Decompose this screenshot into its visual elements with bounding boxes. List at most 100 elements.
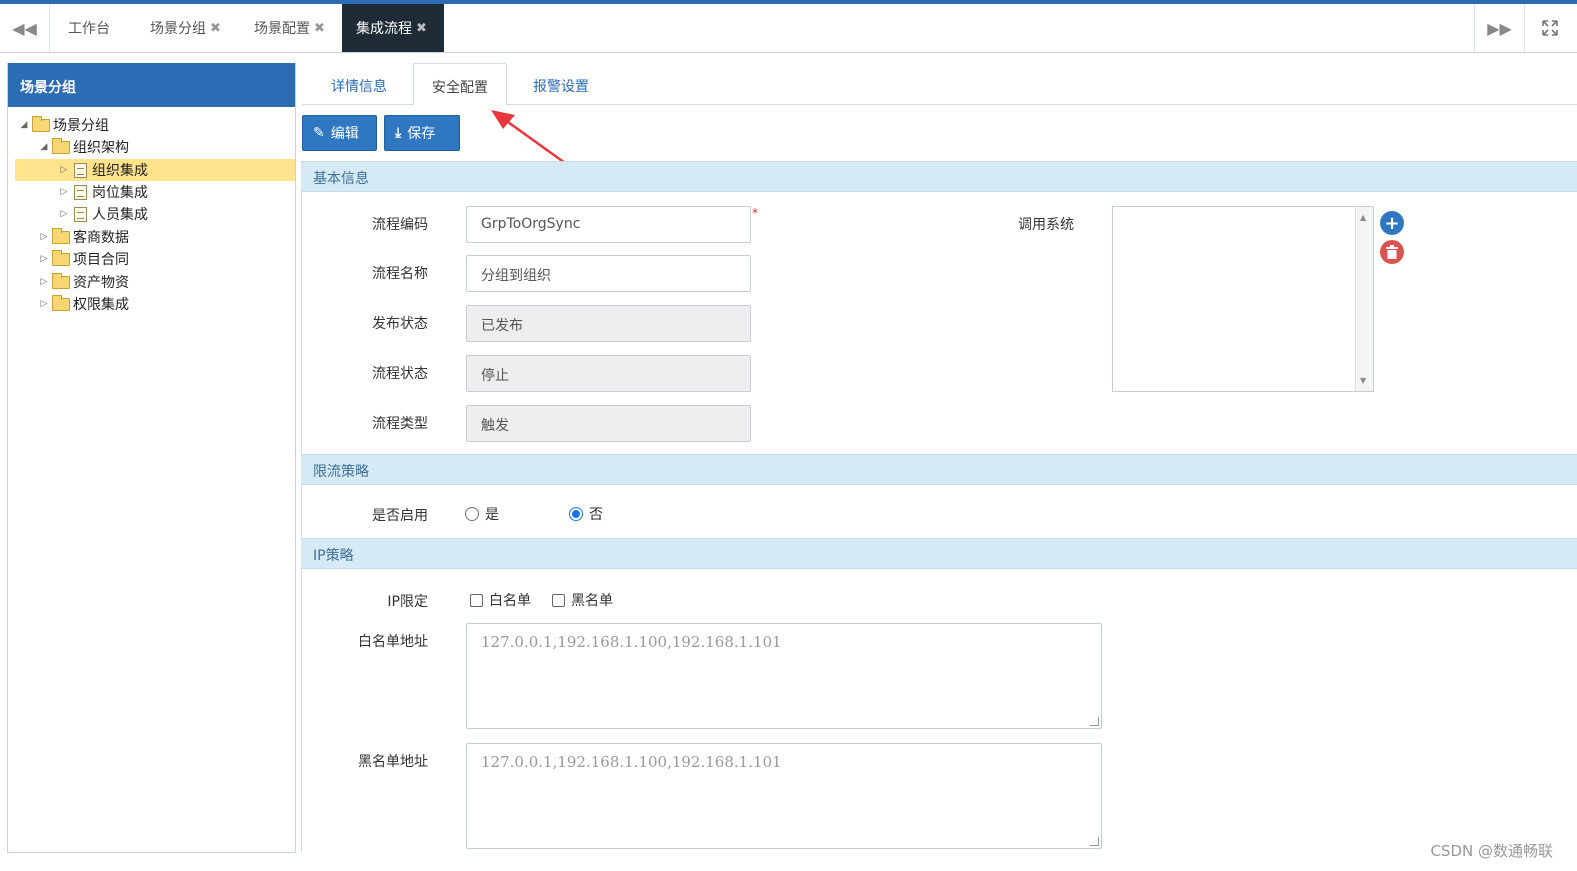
ip-policy-panel: IP限定 白名单 黑名单 白名单地址 127.0.0.1,192.168.1.1… bbox=[301, 569, 1577, 853]
tree-node-org[interactable]: ◢ 组织架构 bbox=[38, 136, 129, 158]
collapsed-triangle-icon[interactable]: ▷ bbox=[58, 165, 70, 175]
close-icon[interactable]: ✖ bbox=[210, 21, 221, 36]
whitelist-placeholder: 127.0.0.1,192.168.1.100,192.168.1.101 bbox=[481, 633, 782, 651]
blacklist-option-label: 黑名单 bbox=[571, 593, 613, 609]
expanded-triangle-icon[interactable]: ◢ bbox=[38, 142, 50, 152]
scroll-tabs-right-button[interactable]: ▶▶ bbox=[1474, 4, 1524, 52]
tree-node-label: 人员集成 bbox=[92, 207, 148, 223]
edit-button[interactable]: ✎ 编辑 bbox=[302, 115, 377, 151]
tab-alert-settings[interactable]: 报警设置 bbox=[515, 63, 607, 106]
collapsed-triangle-icon[interactable]: ▷ bbox=[38, 232, 50, 242]
scroll-tabs-left-button[interactable]: ◀◀ bbox=[0, 4, 50, 52]
tree-node-assets[interactable]: ▷ 资产物资 bbox=[38, 271, 129, 293]
required-mark: * bbox=[752, 206, 758, 220]
add-system-button[interactable]: + bbox=[1380, 211, 1404, 235]
fullscreen-button[interactable] bbox=[1524, 4, 1574, 52]
ip-limit-label: IP限定 bbox=[387, 594, 428, 610]
delete-system-button[interactable] bbox=[1380, 240, 1404, 264]
folder-icon bbox=[52, 227, 70, 244]
rate-limit-panel: 是否启用 是 否 bbox=[301, 485, 1577, 539]
double-chevron-left-icon: ◀◀ bbox=[12, 18, 37, 38]
csdn-watermark: CSDN @数通畅联 bbox=[1430, 842, 1553, 860]
listbox-scrollbar[interactable]: ▲ ▼ bbox=[1355, 207, 1373, 391]
radio-yes[interactable] bbox=[465, 507, 479, 521]
collapsed-triangle-icon[interactable]: ▷ bbox=[58, 187, 70, 197]
tab-label: 集成流程 bbox=[356, 21, 412, 37]
tab-security-config[interactable]: 安全配置 bbox=[413, 63, 507, 106]
tree-node-org-integration[interactable]: ▷ 组织集成 bbox=[15, 159, 295, 181]
radio-no[interactable] bbox=[569, 507, 583, 521]
calling-system-listbox[interactable]: ▲ ▼ bbox=[1112, 206, 1374, 392]
blacklist-checkbox[interactable] bbox=[552, 593, 565, 607]
scroll-down-icon[interactable]: ▼ bbox=[1360, 376, 1366, 385]
fullscreen-icon bbox=[1541, 20, 1558, 36]
expanded-triangle-icon[interactable]: ◢ bbox=[18, 120, 30, 130]
tab-integration-flow[interactable]: 集成流程 ✖ bbox=[342, 4, 444, 52]
top-tab-bar: ◀◀ 工作台 场景分组 ✖ 场景配置 ✖ 集成流程 ✖ ▶▶ bbox=[0, 4, 1577, 53]
collapsed-triangle-icon[interactable]: ▷ bbox=[38, 254, 50, 264]
tree-node-label: 资产物资 bbox=[73, 275, 129, 291]
double-chevron-right-icon: ▶▶ bbox=[1487, 18, 1512, 38]
blacklist-address-textarea[interactable]: 127.0.0.1,192.168.1.100,192.168.1.101 bbox=[466, 743, 1102, 849]
flow-type-field: 触发 bbox=[466, 405, 751, 442]
whitelist-address-textarea[interactable]: 127.0.0.1,192.168.1.100,192.168.1.101 bbox=[466, 623, 1102, 729]
folder-open-icon bbox=[32, 115, 50, 132]
radio-yes-label: 是 bbox=[485, 507, 499, 523]
flow-code-input[interactable]: GrpToOrgSync bbox=[466, 206, 751, 243]
main-content: 详情信息 安全配置 报警设置 ✎ 编辑 ⤓ 保存 基本信息 流程编码 GrpTo… bbox=[301, 63, 1577, 853]
folder-icon bbox=[52, 294, 70, 311]
file-icon bbox=[74, 206, 87, 222]
tree-node-root[interactable]: ◢ 场景分组 bbox=[18, 114, 109, 136]
folder-open-icon bbox=[52, 137, 70, 154]
blacklist-address-label: 黑名单地址 bbox=[358, 754, 428, 770]
calling-system-label: 调用系统 bbox=[1018, 217, 1074, 233]
folder-icon bbox=[52, 272, 70, 289]
tree-node-merchant-data[interactable]: ▷ 客商数据 bbox=[38, 226, 129, 248]
radio-no-label: 否 bbox=[589, 507, 603, 523]
close-icon[interactable]: ✖ bbox=[314, 21, 325, 36]
save-button-label: 保存 bbox=[407, 126, 436, 142]
folder-icon bbox=[52, 249, 70, 266]
tree-node-permission[interactable]: ▷ 权限集成 bbox=[38, 293, 129, 315]
collapsed-triangle-icon[interactable]: ▷ bbox=[38, 277, 50, 287]
close-icon[interactable]: ✖ bbox=[416, 21, 427, 36]
tree-node-staff-integration[interactable]: ▷ 人员集成 bbox=[58, 203, 148, 225]
annotation-arrow-icon bbox=[491, 110, 566, 165]
whitelist-option[interactable]: 白名单 bbox=[470, 590, 531, 610]
publish-status-label: 发布状态 bbox=[372, 316, 428, 332]
file-icon bbox=[74, 162, 87, 178]
scroll-up-icon[interactable]: ▲ bbox=[1360, 213, 1366, 222]
tree-node-label: 权限集成 bbox=[73, 297, 129, 313]
collapsed-triangle-icon[interactable]: ▷ bbox=[58, 209, 70, 219]
tree-node-post-integration[interactable]: ▷ 岗位集成 bbox=[58, 181, 148, 203]
publish-status-field: 已发布 bbox=[466, 305, 751, 342]
flow-code-label: 流程编码 bbox=[372, 217, 428, 233]
basic-info-panel: 流程编码 GrpToOrgSync * 流程名称 分组到组织 发布状态 已发布 … bbox=[301, 192, 1577, 455]
scene-group-sidebar: 场景分组 ◢ 场景分组 ◢ 组织架构 ▷ 组织集成 ▷ 岗位集成 ▷ 人员集成 … bbox=[7, 63, 296, 853]
flow-name-input[interactable]: 分组到组织 bbox=[466, 255, 751, 292]
tree-node-label: 岗位集成 bbox=[92, 185, 148, 201]
tab-workbench[interactable]: 工作台 bbox=[54, 4, 124, 52]
blacklist-option[interactable]: 黑名单 bbox=[552, 590, 613, 610]
rate-limit-yes-option[interactable]: 是 bbox=[465, 504, 499, 524]
tree-node-label: 组织架构 bbox=[73, 140, 129, 156]
edit-button-label: 编辑 bbox=[330, 126, 359, 142]
sidebar-title: 场景分组 bbox=[8, 63, 295, 107]
section-basic-info: 基本信息 bbox=[301, 161, 1577, 192]
save-button[interactable]: ⤓ 保存 bbox=[384, 115, 460, 151]
tree-node-label: 场景分组 bbox=[53, 118, 109, 134]
tab-scene-group[interactable]: 场景分组 ✖ bbox=[136, 4, 235, 52]
collapsed-triangle-icon[interactable]: ▷ bbox=[38, 299, 50, 309]
resize-grip-icon[interactable] bbox=[1090, 837, 1099, 846]
tree-node-project-contract[interactable]: ▷ 项目合同 bbox=[38, 248, 129, 270]
flow-type-label: 流程类型 bbox=[372, 416, 428, 432]
tab-scene-config[interactable]: 场景配置 ✖ bbox=[240, 4, 339, 52]
resize-grip-icon[interactable] bbox=[1090, 717, 1099, 726]
flow-name-label: 流程名称 bbox=[372, 266, 428, 282]
rate-limit-no-option[interactable]: 否 bbox=[569, 504, 603, 524]
tab-details[interactable]: 详情信息 bbox=[313, 63, 405, 106]
whitelist-option-label: 白名单 bbox=[489, 593, 531, 609]
whitelist-checkbox[interactable] bbox=[470, 593, 483, 607]
download-icon: ⤓ bbox=[395, 125, 402, 141]
flow-status-field: 停止 bbox=[466, 355, 751, 392]
